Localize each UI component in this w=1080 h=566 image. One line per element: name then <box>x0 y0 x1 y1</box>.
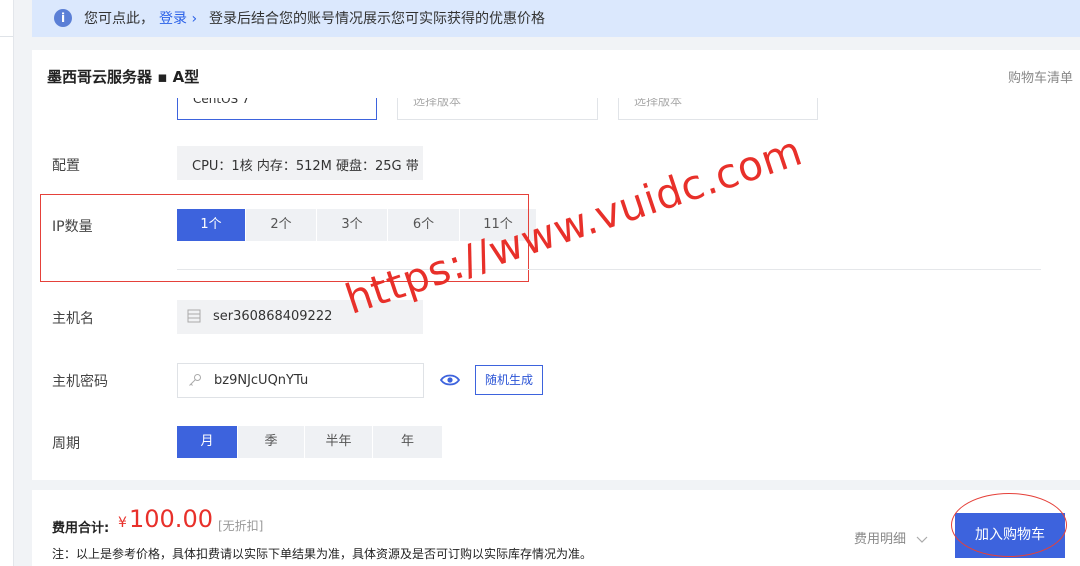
info-icon: i <box>54 9 72 27</box>
info-banner: i 您可点此， 登录 › 登录后结合您的账号情况展示您可实际获得的优惠价格 <box>32 0 1080 37</box>
fee-total-label: 费用合计: <box>52 521 110 536</box>
random-generate-button[interactable]: 随机生成 <box>475 365 543 395</box>
fee-detail-toggle[interactable]: 费用明细 <box>854 528 928 547</box>
period-option-month[interactable]: 月 <box>177 426 237 458</box>
period-option-quarter[interactable]: 季 <box>238 426 304 458</box>
page-title: 墨西哥云服务器 ▪ A型 <box>47 68 200 86</box>
cart-list-link[interactable]: 购物车清单 <box>1008 67 1073 86</box>
password-value: bz9NJcUQnYTu <box>214 373 309 388</box>
discount-tag: [无折扣] <box>218 519 264 533</box>
total-price: 100.00 <box>129 505 213 533</box>
server-icon <box>187 309 201 323</box>
os-version-select-2[interactable]: 选择版本 <box>618 98 818 120</box>
key-icon <box>189 374 201 386</box>
login-link-label[interactable]: 登录 <box>159 11 187 27</box>
hostname-value: ser360868409222 <box>213 309 333 324</box>
period-option-half-year[interactable]: 半年 <box>305 426 372 458</box>
divider <box>177 269 1041 270</box>
currency-symbol: ¥ <box>118 515 127 531</box>
config-value: CPU：1核 内存：512M 硬盘：25G 带 <box>192 159 419 174</box>
annotation-highlight-ellipse <box>951 493 1067 557</box>
config-select[interactable]: CPU：1核 内存：512M 硬盘：25G 带 <box>177 146 423 180</box>
os-version-placeholder-2: 选择版本 <box>634 98 683 108</box>
chevron-down-icon <box>916 536 928 543</box>
os-selected-label: CentOS 7 <box>193 98 250 106</box>
os-option-selected[interactable]: CentOS 7 <box>177 98 377 120</box>
left-panel-edge <box>0 0 14 566</box>
banner-text-prefix: 您可点此， <box>84 11 154 27</box>
config-label: 配置 <box>52 158 80 174</box>
eye-icon[interactable] <box>440 372 460 388</box>
period-option-year[interactable]: 年 <box>373 426 442 458</box>
password-input[interactable]: bz9NJcUQnYTu <box>177 363 424 398</box>
period-label: 周期 <box>52 436 80 452</box>
fee-detail-label: 费用明细 <box>854 532 907 547</box>
password-label: 主机密码 <box>52 374 108 390</box>
os-version-placeholder-1: 选择版本 <box>413 98 462 108</box>
login-link[interactable]: 登录 › <box>159 8 197 28</box>
chevron-right-icon: › <box>191 11 198 27</box>
os-version-select-1[interactable]: 选择版本 <box>397 98 598 120</box>
price-note: 注：以上是参考价格，具体扣费请以实际下单结果为准，具体资源及是否可订购以实际库存… <box>52 547 593 561</box>
banner-text-suffix: 登录后结合您的账号情况展示您可实际获得的优惠价格 <box>209 11 545 27</box>
hostname-label: 主机名 <box>52 311 94 327</box>
